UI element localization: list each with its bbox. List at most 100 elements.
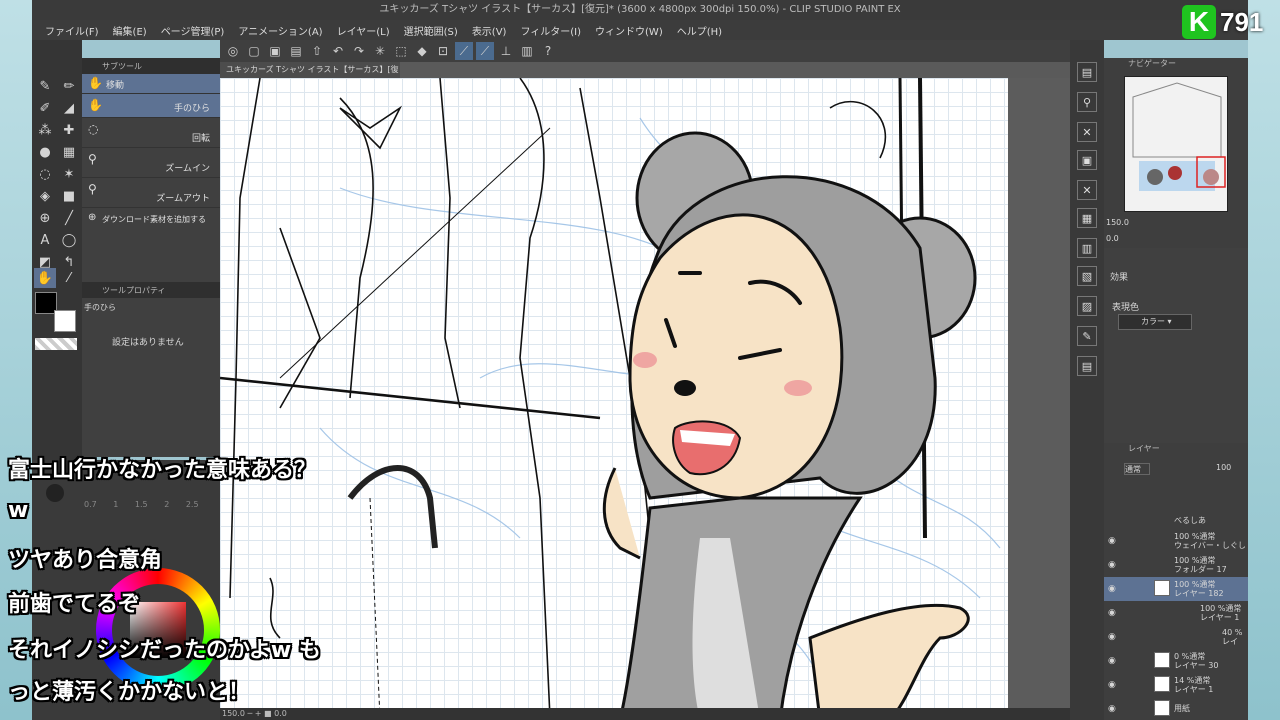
title-bar: ユキッカーズ Tシャツ イラスト【サーカス】[復元]* (3600 x 4800… bbox=[32, 0, 1248, 20]
sub-color-swatch[interactable] bbox=[54, 310, 76, 332]
menu-layer[interactable]: レイヤー(L) bbox=[337, 23, 390, 38]
add-material-button[interactable]: ⊕ ダウンロード素材を追加する bbox=[82, 208, 220, 230]
layer-row[interactable]: べるしあ bbox=[1104, 513, 1248, 527]
eyedropper-icon[interactable]: ⁄ bbox=[58, 268, 80, 288]
canvas-tab[interactable]: ユキッカーズ Tシャツ イラスト【サーカス】[復元]* ✕ bbox=[220, 62, 400, 90]
clear-icon[interactable]: ✳ bbox=[371, 42, 389, 60]
menu-window[interactable]: ウィンドウ(W) bbox=[595, 23, 663, 38]
app-icon[interactable]: ◎ bbox=[224, 42, 242, 60]
layer-row[interactable]: ◉ 14 %通常 レイヤー 1 bbox=[1104, 673, 1248, 697]
snap-ruler-icon[interactable]: ⟋ bbox=[455, 42, 473, 60]
new-file-icon[interactable]: ▢ bbox=[245, 42, 263, 60]
eye-icon[interactable]: ◉ bbox=[1108, 656, 1116, 666]
undo-icon[interactable]: ↶ bbox=[329, 42, 347, 60]
paste-icon[interactable]: ▥ bbox=[1077, 238, 1097, 258]
lasso-icon[interactable]: ◌ bbox=[34, 164, 56, 184]
menu-page[interactable]: ページ管理(P) bbox=[161, 23, 225, 38]
menu-filter[interactable]: フィルター(I) bbox=[520, 23, 581, 38]
blend-icon[interactable]: ● bbox=[34, 142, 56, 162]
fill-bucket-icon[interactable]: ◈ bbox=[34, 186, 56, 206]
navigator-panel: ナビゲーター 150.0 0.0 bbox=[1104, 58, 1248, 248]
pen-icon[interactable]: ✎ bbox=[34, 76, 56, 96]
redo-icon[interactable]: ↷ bbox=[350, 42, 368, 60]
search-icon[interactable]: ⚲ bbox=[1077, 92, 1097, 112]
menu-help[interactable]: ヘルプ(H) bbox=[677, 23, 722, 38]
menu-animation[interactable]: アニメーション(A) bbox=[238, 23, 322, 38]
open-icon[interactable]: ▣ bbox=[266, 42, 284, 60]
layer-row[interactable]: ◉ 100 %通常 フォルダー 17 bbox=[1104, 553, 1248, 577]
save-icon[interactable]: ▤ bbox=[287, 42, 305, 60]
menu-file[interactable]: ファイル(F) bbox=[45, 23, 99, 38]
hand-tool-icon[interactable]: ✋ bbox=[34, 268, 56, 288]
close-icon[interactable]: ✕ bbox=[1077, 122, 1097, 142]
line-icon[interactable]: ╱ bbox=[58, 208, 80, 228]
effect-label: 効果 bbox=[1110, 273, 1129, 283]
menu-view[interactable]: 表示(V) bbox=[472, 23, 507, 38]
canvas-artwork[interactable] bbox=[220, 78, 1008, 720]
eye-icon[interactable]: ◉ bbox=[1108, 536, 1116, 546]
navigator-thumbnail[interactable] bbox=[1124, 76, 1228, 212]
status-angle[interactable]: 0.0 bbox=[274, 709, 287, 718]
snap-special-ruler-icon[interactable]: ⟋ bbox=[476, 42, 494, 60]
subtool-move[interactable]: ✋ 移動 bbox=[82, 74, 220, 94]
settings-icon[interactable]: ▥ bbox=[518, 42, 536, 60]
eye-icon[interactable]: ◉ bbox=[1108, 584, 1116, 594]
help-icon[interactable]: ? bbox=[539, 42, 557, 60]
fill-icon[interactable]: ◆ bbox=[413, 42, 431, 60]
edit-icon[interactable]: ✎ bbox=[1077, 326, 1097, 346]
material-icon[interactable]: ▤ bbox=[1077, 62, 1097, 82]
transparent-color-swatch[interactable] bbox=[35, 338, 77, 350]
operation-icon[interactable]: ⊕ bbox=[34, 208, 56, 228]
opacity-value[interactable]: 100 bbox=[1216, 463, 1231, 472]
export-icon[interactable]: ▤ bbox=[1077, 356, 1097, 376]
brush-size-list[interactable]: 0.7 1 1.5 2 2.5 bbox=[84, 500, 199, 509]
eraser-icon[interactable]: ◢ bbox=[58, 98, 80, 118]
transform-icon[interactable]: ⬚ bbox=[392, 42, 410, 60]
export-icon[interactable]: ⇧ bbox=[308, 42, 326, 60]
layer-row[interactable]: ◉ 100 %通常 ウェイバー・しぐし bbox=[1104, 529, 1248, 553]
eye-icon[interactable]: ◉ bbox=[1108, 704, 1116, 714]
layer-icon[interactable]: ▧ bbox=[1077, 266, 1097, 286]
snap-grid-icon[interactable]: ⊥ bbox=[497, 42, 515, 60]
subtool-zoom-in[interactable]: ⚲ ズームイン bbox=[82, 148, 220, 178]
eye-icon[interactable]: ◉ bbox=[1108, 560, 1116, 570]
grid-tool-icon[interactable]: ▦ bbox=[58, 142, 80, 162]
eye-icon[interactable]: ◉ bbox=[1108, 608, 1116, 618]
subtool-zoom-out[interactable]: ⚲ ズームアウト bbox=[82, 178, 220, 208]
copy-icon[interactable]: ▣ bbox=[1077, 150, 1097, 170]
blend-mode-select[interactable]: 通常 bbox=[1124, 463, 1150, 475]
balloon-icon[interactable]: ◯ bbox=[58, 230, 80, 250]
menu-edit[interactable]: 編集(E) bbox=[113, 23, 147, 38]
channel-count: 791 bbox=[1220, 6, 1264, 37]
layer-row-selected[interactable]: ◉ 100 %通常 レイヤー 182 bbox=[1104, 577, 1248, 601]
text-icon[interactable]: A bbox=[34, 230, 56, 250]
expression-color-select[interactable]: カラー ▾ bbox=[1118, 314, 1192, 330]
layer-row[interactable]: ◉ 0 %通常 レイヤー 30 bbox=[1104, 649, 1248, 673]
eye-icon[interactable]: ◉ bbox=[1108, 632, 1116, 642]
subtool-zoom-in-label: ズームイン bbox=[165, 164, 210, 174]
layer-row[interactable]: ◉ 100 %通常 レイヤー 1 bbox=[1104, 601, 1248, 625]
decoration-icon[interactable]: ✚ bbox=[58, 120, 80, 140]
menu-selection[interactable]: 選択範囲(S) bbox=[404, 23, 458, 38]
marker-icon[interactable]: ✐ bbox=[34, 98, 56, 118]
palette-dock-icons: ▤ ⚲ ✕ ▣ ✕ ▦ ▥ ▧ ▨ ✎ ▤ bbox=[1070, 40, 1104, 720]
history-icon[interactable]: ▨ bbox=[1077, 296, 1097, 316]
chat-line: w bbox=[8, 498, 29, 523]
airbrush-icon[interactable]: ⁂ bbox=[34, 120, 56, 140]
subtool-rotate[interactable]: ◌ 回転 bbox=[82, 118, 220, 148]
navigator-zoom-value[interactable]: 150.0 bbox=[1106, 218, 1129, 227]
layer-row-paper[interactable]: ◉ 用紙 bbox=[1104, 697, 1248, 719]
pencil-icon[interactable]: ✏ bbox=[58, 76, 80, 96]
grid-icon[interactable]: ▦ bbox=[1077, 208, 1097, 228]
gradient-icon[interactable]: ■ bbox=[58, 186, 80, 206]
chat-line: 前歯でてるぞ bbox=[8, 592, 141, 617]
close-icon[interactable]: ✕ bbox=[1077, 180, 1097, 200]
subtool-hand[interactable]: ✋ 手のひら bbox=[82, 94, 220, 118]
status-zoom[interactable]: 150.0 bbox=[222, 709, 245, 718]
navigator-rotate-value[interactable]: 0.0 bbox=[1106, 234, 1119, 243]
magic-wand-icon[interactable]: ✶ bbox=[58, 164, 80, 184]
layer-row[interactable]: ◉ 40 % レイ bbox=[1104, 625, 1248, 649]
eye-icon[interactable]: ◉ bbox=[1108, 680, 1116, 690]
canvas-area[interactable]: ユキッカーズ Tシャツ イラスト【サーカス】[復元]* ✕ bbox=[220, 62, 1070, 720]
crop-icon[interactable]: ⊡ bbox=[434, 42, 452, 60]
